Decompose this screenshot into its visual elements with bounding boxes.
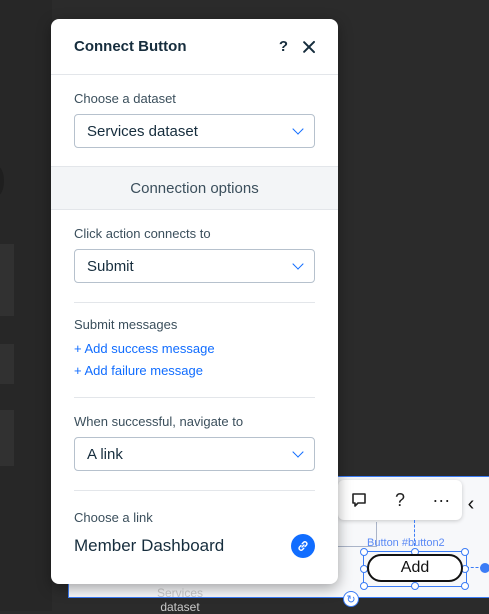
dataset-label: Choose a dataset <box>74 91 176 106</box>
add-button[interactable]: Add <box>367 554 463 582</box>
resize-handle[interactable] <box>411 582 419 590</box>
chevron-left-icon[interactable]: ‹ <box>458 490 484 518</box>
resize-handle[interactable] <box>461 548 469 556</box>
editor-rail-segment <box>0 244 14 316</box>
close-icon[interactable] <box>302 40 316 54</box>
chevron-down-icon <box>292 446 304 458</box>
chevron-down-icon <box>292 258 304 270</box>
link-icon[interactable] <box>291 534 315 558</box>
help-icon[interactable]: ? <box>388 488 412 512</box>
dataset-dropdown[interactable]: Services dataset <box>74 114 315 148</box>
dataset-value: Services dataset <box>87 122 198 140</box>
link-value: Member Dashboard <box>74 536 225 555</box>
navigate-value: A link <box>87 445 123 463</box>
rotate-icon[interactable]: ↻ <box>343 591 359 607</box>
click-action-value: Submit <box>87 257 134 275</box>
panel-title: Connect Button <box>74 38 187 55</box>
element-floating-toolbar: ? ··· <box>338 480 462 520</box>
navigate-dropdown[interactable]: A link <box>74 437 315 471</box>
dataset-ghost-label: Services dataset <box>156 586 203 614</box>
connect-button-panel: Connect Button ? Choose a dataset Servic… <box>51 19 338 584</box>
click-action-dropdown[interactable]: Submit <box>74 249 315 283</box>
editor-rail-segment <box>0 344 14 384</box>
submit-messages-label: Submit messages <box>74 317 178 332</box>
connection-options-header: Connection options <box>51 166 338 210</box>
add-success-message-link[interactable]: + Add success message <box>74 341 315 356</box>
connection-dot[interactable] <box>480 563 489 573</box>
choose-link-label: Choose a link <box>74 510 153 525</box>
element-id-label: Button #button2 <box>367 537 445 549</box>
add-failure-message-link[interactable]: + Add failure message <box>74 363 315 378</box>
click-action-label: Click action connects to <box>74 226 211 241</box>
link-row: Member Dashboard <box>74 534 315 558</box>
resize-handle[interactable] <box>360 582 368 590</box>
panel-header: Connect Button ? <box>51 19 338 75</box>
help-icon[interactable]: ? <box>279 38 288 55</box>
chevron-down-icon <box>292 123 304 135</box>
navigate-label: When successful, navigate to <box>74 414 244 429</box>
editor-rail-segment <box>0 410 14 466</box>
more-icon[interactable]: ··· <box>429 488 453 512</box>
resize-handle[interactable] <box>461 582 469 590</box>
resize-handle[interactable] <box>360 548 368 556</box>
comment-icon[interactable] <box>347 488 371 512</box>
